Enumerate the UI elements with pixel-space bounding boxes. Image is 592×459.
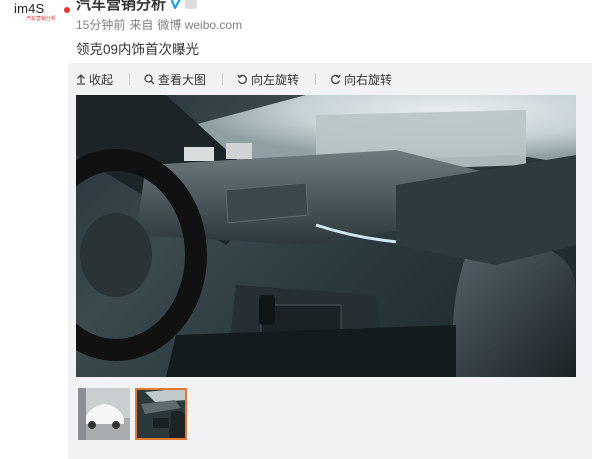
- thumbnail-2[interactable]: [135, 388, 187, 440]
- author-name[interactable]: 汽车营销分析: [76, 0, 166, 14]
- collapse-button[interactable]: 收起: [76, 71, 113, 88]
- collapse-label: 收起: [89, 72, 114, 87]
- car-interior-image: [76, 95, 576, 377]
- avatar-logo-text: im4S: [14, 1, 45, 16]
- toolbar-divider: [315, 73, 317, 85]
- avatar[interactable]: im4S 汽车营销分析: [14, 1, 70, 32]
- verified-icon: [170, 0, 182, 10]
- collapse-icon: [77, 73, 85, 85]
- view-large-label: 查看大图: [158, 72, 207, 87]
- avatar-logo-subtext: 汽车营销分析: [26, 16, 57, 22]
- media-expanded-panel: 收起 查看大图 向左旋转 向右旋转: [68, 63, 592, 459]
- post-source[interactable]: 微博 weibo.com: [157, 16, 242, 33]
- media-toolbar: 收起 查看大图 向左旋转 向右旋转: [76, 71, 408, 87]
- post-source-prefix: 来自: [129, 18, 154, 32]
- rotate-right-icon: [331, 74, 341, 84]
- post-time[interactable]: 15分钟前: [76, 16, 125, 33]
- view-large-button[interactable]: 查看大图: [144, 71, 206, 88]
- main-photo[interactable]: [76, 95, 576, 377]
- avatar-logo-dot: [64, 7, 70, 13]
- post-meta: 15分钟前 来自 微博 weibo.com: [76, 16, 242, 33]
- toolbar-divider: [222, 73, 224, 85]
- rotate-right-button[interactable]: 向右旋转: [330, 71, 392, 88]
- rotate-left-icon: [237, 74, 248, 84]
- member-icon: [185, 0, 198, 9]
- post-text: 领克09内饰首次曝光: [76, 42, 200, 57]
- rotate-right-label: 向右旋转: [344, 72, 393, 87]
- thumbnail-strip: [78, 388, 187, 440]
- search-icon: [144, 73, 155, 84]
- rotate-left-label: 向左旋转: [251, 72, 300, 87]
- rotate-left-button[interactable]: 向左旋转: [237, 71, 299, 88]
- toolbar-divider: [129, 73, 131, 85]
- thumbnail-1[interactable]: [78, 388, 130, 440]
- author-row: 汽车营销分析: [76, 0, 198, 14]
- car-exterior-thumb: [78, 388, 130, 440]
- car-interior-thumb: [135, 388, 187, 440]
